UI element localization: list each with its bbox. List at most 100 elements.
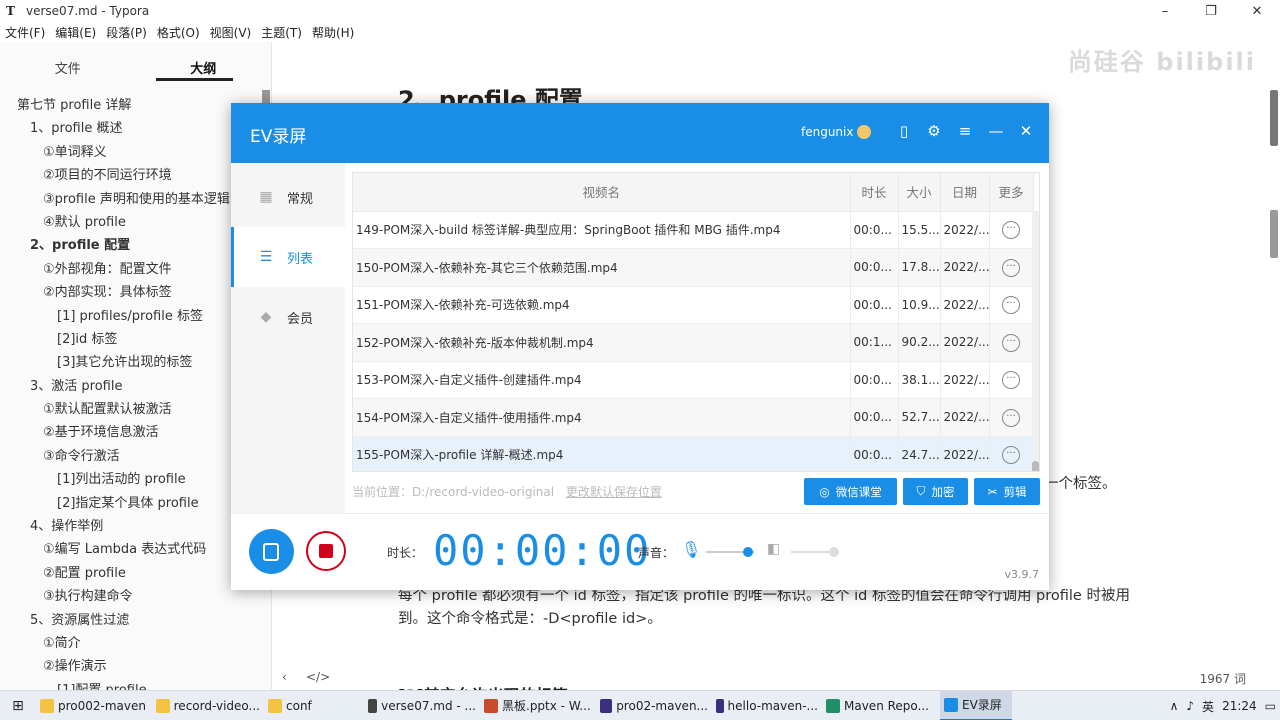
taskbar-app[interactable]: EV录屏 <box>940 690 1012 720</box>
notification-icon[interactable]: ▭ <box>1265 699 1276 713</box>
more-options-icon[interactable]: ··· <box>1002 371 1020 390</box>
speaker-volume-slider[interactable] <box>791 547 840 557</box>
outline-item[interactable]: 5、资源属性过滤 <box>0 609 260 632</box>
col-header-duration[interactable]: 时长 <box>850 173 899 212</box>
word-count[interactable]: 1967 词 <box>1200 670 1246 687</box>
outline-item[interactable]: ③执行构建命令 <box>0 585 260 608</box>
clock[interactable]: 21:24 <box>1222 699 1257 713</box>
encrypt-button[interactable]: ⛉ 加密 <box>903 478 968 505</box>
cell-more: ··· <box>989 323 1034 362</box>
toggle-sidebar-icon[interactable]: ‹ <box>282 670 287 684</box>
slider-knob[interactable] <box>743 547 754 557</box>
tab-outline[interactable]: 大纲 <box>136 42 272 82</box>
mic-volume-slider[interactable] <box>706 547 754 557</box>
editor-scrollbar-thumb[interactable] <box>1270 90 1278 146</box>
table-row[interactable]: 155-POM深入-profile 详解-概述.mp4 00:0... 24.7..… <box>353 436 1034 471</box>
phone-icon[interactable]: ▯ <box>892 119 916 143</box>
table-row[interactable]: 153-POM深入-自定义插件-创建插件.mp4 00:0... 38.1... 20… <box>353 361 1034 399</box>
outline-item[interactable]: ①简介 <box>0 632 260 655</box>
taskbar-app[interactable]: pro02-maven... <box>596 691 712 720</box>
menu-help[interactable]: 帮助(H) <box>312 24 354 41</box>
settings-icon[interactable]: ⚙ <box>922 119 946 143</box>
menu-format[interactable]: 格式(O) <box>157 24 200 41</box>
table-row[interactable]: 151-POM深入-依赖补充-可选依赖.mp4 00:0... 10.9... 202… <box>353 286 1034 324</box>
table-row[interactable]: 152-POM深入-依赖补充-版本仲裁机制.mp4 00:1... 90.2... 2… <box>353 323 1034 362</box>
record-button[interactable] <box>249 529 294 574</box>
outline-item[interactable]: ②项目的不同运行环境 <box>0 164 260 187</box>
speaker-icon[interactable]: ◧ <box>767 541 780 557</box>
taskbar-app[interactable]: conf <box>264 691 364 720</box>
close-icon[interactable]: ✕ <box>1234 0 1280 22</box>
col-header-name[interactable]: 视频名 <box>353 173 851 212</box>
outline-item[interactable]: [2]id 标签 <box>0 328 260 351</box>
app-icon <box>368 698 378 713</box>
stop-button[interactable] <box>306 531 346 571</box>
maximize-icon[interactable]: ❐ <box>1188 0 1234 22</box>
wechat-class-button[interactable]: ◎ 微信课堂 <box>804 478 897 505</box>
ev-username[interactable]: fengunix <box>801 125 853 139</box>
outline-item[interactable]: ①编写 Lambda 表达式代码 <box>0 538 260 561</box>
outline-item[interactable]: [3]其它允许出现的标签 <box>0 351 260 374</box>
outline-item[interactable]: ①默认配置默认被激活 <box>0 398 260 421</box>
edit-button[interactable]: ✂ 剪辑 <box>974 478 1040 505</box>
taskbar-app[interactable]: pro002-maven <box>36 691 152 720</box>
start-button[interactable]: ⊞ <box>0 691 36 720</box>
outline-item[interactable]: [1] profiles/profile 标签 <box>0 305 260 328</box>
outline-item[interactable]: ④默认 profile <box>0 211 260 234</box>
more-options-icon[interactable]: ··· <box>1002 333 1020 352</box>
menu-theme[interactable]: 主题(T) <box>261 24 302 41</box>
minimize-icon[interactable]: – <box>1142 0 1188 22</box>
more-options-icon[interactable]: ··· <box>1002 446 1020 465</box>
taskbar-app[interactable]: Maven Repo... <box>822 691 940 720</box>
menu-edit[interactable]: 编辑(E) <box>55 24 96 41</box>
outline-item[interactable]: ①单词释义 <box>0 141 260 164</box>
change-save-path-link[interactable]: 更改默认保存位置 <box>566 485 662 499</box>
close-icon[interactable]: ✕ <box>1014 119 1038 143</box>
table-scrollbar[interactable] <box>1032 211 1039 471</box>
taskbar-app[interactable]: record-video... <box>152 691 264 720</box>
button-label: 加密 <box>931 484 955 499</box>
avatar[interactable] <box>857 125 871 139</box>
outline-item[interactable]: ②内部实现：具体标签 <box>0 281 260 304</box>
menu-file[interactable]: 文件(F) <box>5 24 45 41</box>
microphone-icon[interactable]: 🎙 <box>681 540 701 559</box>
outline-item[interactable]: ①外部视角：配置文件 <box>0 258 260 281</box>
tray-expand-icon[interactable]: ∧ <box>1170 699 1179 713</box>
source-mode-icon[interactable]: </> <box>306 670 330 684</box>
outline-item[interactable]: ②配置 profile <box>0 562 260 585</box>
outline-item[interactable]: [1]列出活动的 profile <box>0 468 260 491</box>
tab-files[interactable]: 文件 <box>0 42 136 82</box>
outline-item[interactable]: [2]指定某个具体 profile <box>0 492 260 515</box>
taskbar-app[interactable]: hello-maven-... <box>712 691 822 720</box>
table-row[interactable]: 154-POM深入-自定义插件-使用插件.mp4 00:0... 52.7... 20… <box>353 398 1034 437</box>
menu-paragraph[interactable]: 段落(P) <box>106 24 147 41</box>
nav-general[interactable]: ▦ 常规 <box>231 167 345 227</box>
outline-item[interactable]: 3、激活 profile <box>0 375 260 398</box>
more-options-icon[interactable]: ··· <box>1002 296 1020 315</box>
ime-indicator[interactable]: 英 <box>1202 698 1214 715</box>
nav-member[interactable]: ◆ 会员 <box>231 287 345 347</box>
menu-view[interactable]: 视图(V) <box>210 24 252 41</box>
outline-item[interactable]: ③命令行激活 <box>0 445 260 468</box>
slider-knob[interactable] <box>829 547 840 557</box>
table-row[interactable]: 149-POM深入-build 标签详解-典型应用：SpringBoot 插件和… <box>353 211 1034 249</box>
table-row[interactable]: 150-POM深入-依赖补充-其它三个依赖范围.mp4 00:0... 17.8..… <box>353 248 1034 287</box>
outline-item[interactable]: 2、profile 配置 <box>0 234 260 257</box>
minimize-icon[interactable]: — <box>984 119 1008 143</box>
outline-item[interactable]: ②操作演示 <box>0 655 260 678</box>
more-options-icon[interactable]: ··· <box>1002 258 1020 277</box>
outline-item[interactable]: ③profile 声明和使用的基本逻辑 <box>0 188 260 211</box>
taskbar-app[interactable]: verse07.md - ... <box>364 691 480 720</box>
menu-icon[interactable]: ≡ <box>953 119 977 143</box>
col-header-size[interactable]: 大小 <box>898 173 941 212</box>
outline-item[interactable]: 4、操作举例 <box>0 515 260 538</box>
outline-item[interactable]: 1、profile 概述 <box>0 117 260 140</box>
nav-list[interactable]: ☰ 列表 <box>231 227 345 287</box>
outline-item[interactable]: ②基于环境信息激活 <box>0 421 260 444</box>
more-options-icon[interactable]: ··· <box>1002 408 1020 427</box>
col-header-date[interactable]: 日期 <box>940 173 990 212</box>
outline-item[interactable]: 第七节 profile 详解 <box>0 94 260 117</box>
more-options-icon[interactable]: ··· <box>1002 221 1020 240</box>
taskbar-app[interactable]: 黑板.pptx - W... <box>480 691 596 720</box>
volume-icon[interactable]: ♪ <box>1186 699 1194 713</box>
